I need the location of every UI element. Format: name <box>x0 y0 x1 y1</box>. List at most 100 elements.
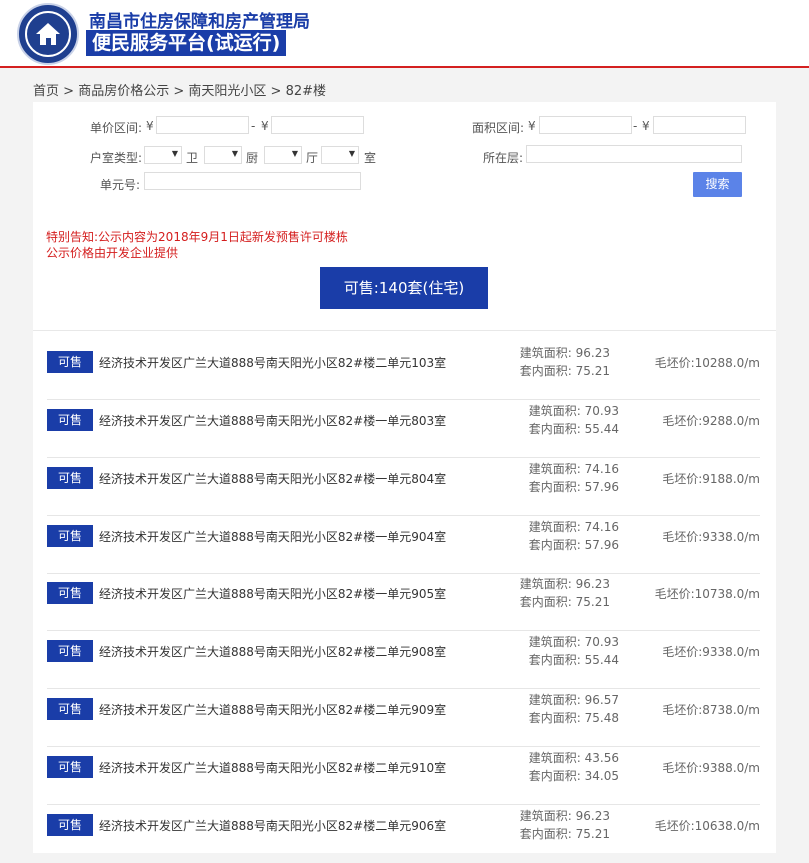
livingroom-unit: 厅 <box>306 151 319 165</box>
currency-symbol: ¥ <box>146 119 154 133</box>
breadcrumb-community[interactable]: 南天阳光小区 <box>188 84 266 99</box>
rough-price: 毛坯价:10638.0/m <box>654 819 760 833</box>
search-button[interactable]: 搜索 <box>693 172 742 197</box>
inner-area: 套内面积: 75.21 <box>519 364 610 378</box>
unit-no-label: 单元号: <box>100 178 141 192</box>
rough-price: 毛坯价:9388.0/m <box>662 761 760 775</box>
unit-price-max-input[interactable] <box>271 116 364 134</box>
area-info: 建筑面积: 96.23 套内面积: 75.21 <box>520 344 610 380</box>
listing-address[interactable]: 经济技术开发区广兰大道888号南天阳光小区82#楼二单元908室 <box>99 643 446 660</box>
breadcrumb-separator: > <box>266 84 286 99</box>
floor-input[interactable] <box>526 145 742 163</box>
built-area: 建筑面积: 96.57 <box>528 693 619 707</box>
status-badge: 可售 <box>47 582 93 604</box>
breadcrumb: 首页 > 商品房价格公示 > 南天阳光小区 > 82#楼 <box>33 80 326 99</box>
area-info: 建筑面积: 70.93 套内面积: 55.44 <box>529 402 619 438</box>
inner-area: 套内面积: 57.96 <box>528 480 619 494</box>
rough-price: 毛坯价:9188.0/m <box>662 472 760 486</box>
listing-row[interactable]: 可售 经济技术开发区广兰大道888号南天阳光小区82#楼二单元906室 建筑面积… <box>47 806 760 863</box>
listing-address[interactable]: 经济技术开发区广兰大道888号南天阳光小区82#楼一单元803室 <box>99 412 446 429</box>
bedroom-unit: 室 <box>364 151 377 165</box>
rough-price: 毛坯价:10738.0/m <box>654 587 760 601</box>
listing-address[interactable]: 经济技术开发区广兰大道888号南天阳光小区82#楼一单元804室 <box>99 470 446 487</box>
rough-price: 毛坯价:9338.0/m <box>662 530 760 544</box>
built-area: 建筑面积: 96.23 <box>519 809 610 823</box>
unit-no-input[interactable] <box>144 172 361 190</box>
status-badge: 可售 <box>47 525 93 547</box>
kitchen-count-select[interactable] <box>204 146 242 164</box>
currency-symbol: ¥ <box>261 119 269 133</box>
bathroom-unit: 卫 <box>186 151 199 165</box>
livingroom-count-select[interactable] <box>264 146 302 164</box>
area-info: 建筑面积: 43.56 套内面积: 34.05 <box>529 749 619 785</box>
built-area: 建筑面积: 70.93 <box>528 635 619 649</box>
rough-price: 毛坯价:9288.0/m <box>662 414 760 428</box>
listing-row[interactable]: 可售 经济技术开发区广兰大道888号南天阳光小区82#楼二单元908室 建筑面积… <box>47 632 760 689</box>
divider <box>33 330 776 331</box>
listing-address[interactable]: 经济技术开发区广兰大道888号南天阳光小区82#楼二单元906室 <box>99 817 446 834</box>
kitchen-unit: 厨 <box>246 151 259 165</box>
inner-area: 套内面积: 55.44 <box>528 422 619 436</box>
area-info: 建筑面积: 96.23 套内面积: 75.21 <box>520 575 610 611</box>
inner-area: 套内面积: 75.21 <box>519 827 610 841</box>
unit-price-min-input[interactable] <box>156 116 249 134</box>
status-badge: 可售 <box>47 814 93 836</box>
breadcrumb-building: 82#楼 <box>285 84 326 99</box>
room-type-label: 户室类型: <box>90 151 143 165</box>
listing-row[interactable]: 可售 经济技术开发区广兰大道888号南天阳光小区82#楼二单元909室 建筑面积… <box>47 690 760 747</box>
currency-symbol: ¥ <box>528 119 536 133</box>
built-area: 建筑面积: 43.56 <box>528 751 619 765</box>
bathroom-count-select[interactable] <box>144 146 182 164</box>
listing-row[interactable]: 可售 经济技术开发区广兰大道888号南天阳光小区82#楼一单元803室 建筑面积… <box>47 401 760 458</box>
range-separator: - <box>633 119 638 133</box>
status-badge: 可售 <box>47 467 93 489</box>
listing-row[interactable]: 可售 经济技术开发区广兰大道888号南天阳光小区82#楼二单元103室 建筑面积… <box>47 343 760 400</box>
area-min-input[interactable] <box>539 116 632 134</box>
notice-line-1: 特别告知:公示内容为2018年9月1日起新发预售许可楼栋 <box>46 230 348 244</box>
rough-price: 毛坯价:8738.0/m <box>662 703 760 717</box>
range-separator: - <box>251 119 256 133</box>
bureau-logo-icon <box>17 3 79 65</box>
inner-area: 套内面积: 55.44 <box>528 653 619 667</box>
inner-area: 套内面积: 57.96 <box>528 538 619 552</box>
listing-row[interactable]: 可售 经济技术开发区广兰大道888号南天阳光小区82#楼二单元910室 建筑面积… <box>47 748 760 805</box>
breadcrumb-separator: > <box>59 84 79 99</box>
area-range-label: 面积区间: <box>472 121 525 135</box>
rough-price: 毛坯价:10288.0/m <box>654 356 760 370</box>
built-area: 建筑面积: 70.93 <box>528 404 619 418</box>
bedroom-count-select[interactable] <box>321 146 359 164</box>
status-badge: 可售 <box>47 698 93 720</box>
special-notice: 特别告知:公示内容为2018年9月1日起新发预售许可楼栋 公示价格由开发企业提供 <box>46 229 348 261</box>
available-count-banner: 可售:140套(住宅) <box>320 267 488 309</box>
currency-symbol: ¥ <box>642 119 650 133</box>
area-info: 建筑面积: 74.16 套内面积: 57.96 <box>529 518 619 554</box>
listing-row[interactable]: 可售 经济技术开发区广兰大道888号南天阳光小区82#楼一单元804室 建筑面积… <box>47 459 760 516</box>
area-max-input[interactable] <box>653 116 746 134</box>
breadcrumb-price-notice[interactable]: 商品房价格公示 <box>78 84 169 99</box>
main-panel: 单价区间: ¥ - ¥ 面积区间: ¥ - ¥ 户室类型: 卫 厨 厅 室 所在… <box>33 102 776 853</box>
built-area: 建筑面积: 74.16 <box>528 520 619 534</box>
status-badge: 可售 <box>47 351 93 373</box>
inner-area: 套内面积: 75.21 <box>519 595 610 609</box>
area-info: 建筑面积: 96.23 套内面积: 75.21 <box>520 807 610 843</box>
inner-area: 套内面积: 75.48 <box>528 711 619 725</box>
status-badge: 可售 <box>47 409 93 431</box>
status-badge: 可售 <box>47 640 93 662</box>
listing-address[interactable]: 经济技术开发区广兰大道888号南天阳光小区82#楼二单元103室 <box>99 354 446 371</box>
site-header: 南昌市住房保障和房产管理局 便民服务平台(试运行) <box>0 0 809 68</box>
listing-address[interactable]: 经济技术开发区广兰大道888号南天阳光小区82#楼二单元909室 <box>99 701 446 718</box>
area-info: 建筑面积: 70.93 套内面积: 55.44 <box>529 633 619 669</box>
org-name: 南昌市住房保障和房产管理局 <box>89 12 310 32</box>
listing-address[interactable]: 经济技术开发区广兰大道888号南天阳光小区82#楼一单元905室 <box>99 585 446 602</box>
rough-price: 毛坯价:9338.0/m <box>662 645 760 659</box>
breadcrumb-home[interactable]: 首页 <box>33 84 59 99</box>
listing-row[interactable]: 可售 经济技术开发区广兰大道888号南天阳光小区82#楼一单元904室 建筑面积… <box>47 517 760 574</box>
listing-address[interactable]: 经济技术开发区广兰大道888号南天阳光小区82#楼一单元904室 <box>99 528 446 545</box>
listing-address[interactable]: 经济技术开发区广兰大道888号南天阳光小区82#楼二单元910室 <box>99 759 446 776</box>
listing-row[interactable]: 可售 经济技术开发区广兰大道888号南天阳光小区82#楼一单元905室 建筑面积… <box>47 574 760 631</box>
built-area: 建筑面积: 96.23 <box>519 346 610 360</box>
floor-label: 所在层: <box>483 151 524 165</box>
status-badge: 可售 <box>47 756 93 778</box>
unit-price-label: 单价区间: <box>90 121 143 135</box>
built-area: 建筑面积: 96.23 <box>519 577 610 591</box>
